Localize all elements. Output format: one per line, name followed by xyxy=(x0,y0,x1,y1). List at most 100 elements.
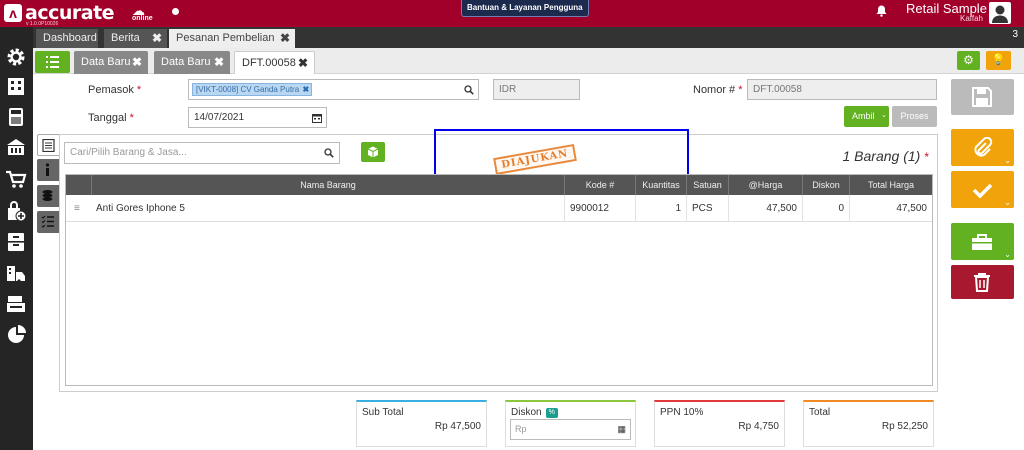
accurate-logo[interactable]: ʌ accurate ☁ online v 1.0.0P10026 xyxy=(4,2,164,27)
close-icon[interactable]: ✖ xyxy=(298,52,308,74)
save-button[interactable] xyxy=(951,79,1014,115)
pie-chart-icon[interactable] xyxy=(5,324,27,346)
date-label: Tanggal * xyxy=(88,112,134,124)
user-avatar-icon[interactable] xyxy=(989,2,1011,24)
tab-label: Pesanan Pembelian xyxy=(176,32,275,44)
cell-unit: PCS xyxy=(686,195,728,222)
tab-berita[interactable]: Berita ✖ xyxy=(104,29,167,48)
col-kuantitas[interactable]: Kuantitas xyxy=(635,175,686,195)
tab-data-baru-2[interactable]: Data Baru ✖ xyxy=(154,51,230,74)
paperclip-icon xyxy=(974,137,993,157)
tools-button[interactable]: ⌄ xyxy=(951,223,1014,260)
number-field[interactable]: DFT.00058 xyxy=(747,79,937,100)
ambil-button[interactable]: Ambil ⌄ xyxy=(844,106,889,127)
tab-info[interactable] xyxy=(37,159,59,181)
col-harga[interactable]: @Harga xyxy=(728,175,802,195)
cell-name: Anti Gores Iphone 5 xyxy=(96,203,185,214)
delete-button[interactable] xyxy=(951,265,1014,299)
list-icon xyxy=(46,56,59,68)
tab-label: DFT.00058 xyxy=(242,57,296,69)
status-stamp: DIAJUKAN xyxy=(493,144,577,175)
col-satuan[interactable]: Satuan xyxy=(686,175,728,195)
date-field[interactable]: 14/07/2021 xyxy=(188,107,327,128)
col-total-harga[interactable]: Total Harga xyxy=(849,175,932,195)
item-search-input[interactable]: Cari/Pilih Barang & Jasa... xyxy=(64,142,340,164)
coins-icon xyxy=(42,190,53,201)
cell-total: 47,500 xyxy=(849,195,932,222)
tab-label: Dashboard xyxy=(43,32,97,44)
tab-count[interactable]: 3 xyxy=(1012,29,1018,40)
item-detail-panel: Cari/Pilih Barang & Jasa... DIAJUKAN 1 B… xyxy=(59,129,938,392)
drag-handle-icon[interactable]: ≡ xyxy=(74,195,80,222)
subtotal-label: Sub Total xyxy=(362,407,404,418)
item-count: 1 Barang (1) * xyxy=(842,148,930,164)
cell-price: 47,500 xyxy=(728,195,802,222)
gear-icon: ⚙ xyxy=(963,53,974,67)
attachment-button[interactable]: ⌄ xyxy=(951,129,1014,166)
table-header: Nama Barang Kode # Kuantitas Satuan @Har… xyxy=(66,175,932,195)
tab-pesanan-pembelian[interactable]: Pesanan Pembelian ✖ xyxy=(169,29,295,48)
close-icon[interactable]: ✖ xyxy=(132,51,142,73)
gear-icon[interactable] xyxy=(5,46,27,68)
cash-register-icon[interactable] xyxy=(5,293,27,315)
discount-card: Diskon% Rp ▦ xyxy=(505,400,636,447)
bell-icon[interactable] xyxy=(876,5,887,20)
sidebar xyxy=(0,27,33,450)
supplier-label: Pemasok * xyxy=(88,84,142,96)
top-bar: ʌ accurate ☁ online v 1.0.0P10026 Bantua… xyxy=(0,0,1024,27)
tab-data-baru-1[interactable]: Data Baru ✖ xyxy=(74,51,148,74)
tab-dft-00058[interactable]: DFT.00058 ✖ xyxy=(234,51,315,74)
total-card: Total Rp 52,250 xyxy=(803,400,934,447)
item-table: Nama Barang Kode # Kuantitas Satuan @Har… xyxy=(65,174,933,386)
date-value: 14/07/2021 xyxy=(194,112,245,123)
supplier-field[interactable]: [VIKT-0008] CV Ganda Putra ✖ xyxy=(188,79,479,100)
close-icon[interactable]: ✖ xyxy=(214,51,224,73)
discount-input[interactable]: Rp ▦ xyxy=(510,419,631,440)
calculator-icon[interactable]: ▦ xyxy=(617,420,626,439)
total-value: Rp 52,250 xyxy=(881,421,928,432)
supplier-chip[interactable]: [VIKT-0008] CV Ganda Putra ✖ xyxy=(192,83,313,96)
tab-dashboard[interactable]: Dashboard xyxy=(36,29,98,48)
table-row[interactable]: ≡ Anti Gores Iphone 5 9900012 1 PCS 47,5… xyxy=(66,195,932,222)
warehouse-truck-icon[interactable] xyxy=(5,262,27,284)
logo-mark-icon: ʌ xyxy=(4,4,22,22)
approve-button[interactable]: ⌄ xyxy=(951,171,1014,208)
col-kode[interactable]: Kode # xyxy=(564,175,635,195)
settings-button[interactable]: ⚙ xyxy=(957,51,980,70)
tab-label: Data Baru xyxy=(161,56,211,68)
percent-toggle[interactable]: % xyxy=(545,408,558,418)
bank-icon[interactable] xyxy=(5,136,27,158)
cart-icon[interactable] xyxy=(5,168,27,190)
calculator-icon[interactable] xyxy=(5,106,27,128)
calendar-icon[interactable] xyxy=(312,108,322,130)
search-icon[interactable] xyxy=(464,80,474,102)
close-icon[interactable]: ✖ xyxy=(152,29,162,48)
list-view-button[interactable] xyxy=(35,51,70,73)
help-button[interactable]: Bantuan & Layanan Pengguna xyxy=(461,0,589,17)
building-icon[interactable] xyxy=(5,75,27,97)
search-icon[interactable] xyxy=(324,143,334,165)
floppy-disk-icon xyxy=(972,87,992,107)
col-diskon[interactable]: Diskon xyxy=(802,175,849,195)
tab-label: Berita xyxy=(111,32,140,44)
proses-button[interactable]: Proses xyxy=(892,106,937,127)
tips-button[interactable]: 💡 xyxy=(986,51,1011,70)
close-icon[interactable]: ✖ xyxy=(280,29,290,48)
col-nama-barang[interactable]: Nama Barang xyxy=(91,175,564,195)
remove-icon[interactable]: ✖ xyxy=(302,84,309,95)
tab-item-detail[interactable] xyxy=(37,134,59,156)
discount-label: Diskon% xyxy=(511,407,558,418)
chevron-down-icon: ⌄ xyxy=(881,112,887,119)
browse-items-button[interactable] xyxy=(361,142,385,162)
tab-costs[interactable] xyxy=(37,185,59,207)
chevron-down-icon: ⌄ xyxy=(1004,156,1011,165)
module-tab-bar: Dashboard Berita ✖ Pesanan Pembelian ✖ 3 xyxy=(33,27,1024,48)
shopping-bag-add-icon[interactable] xyxy=(5,200,27,222)
tab-checklist[interactable] xyxy=(37,211,59,233)
discount-placeholder: Rp xyxy=(515,424,527,434)
ppn-label: PPN 10% xyxy=(660,407,704,418)
tab-label: Data Baru xyxy=(81,56,131,68)
archive-icon[interactable] xyxy=(5,231,27,253)
currency-field: IDR xyxy=(493,79,580,100)
number-label: Nomor # * xyxy=(693,84,743,96)
